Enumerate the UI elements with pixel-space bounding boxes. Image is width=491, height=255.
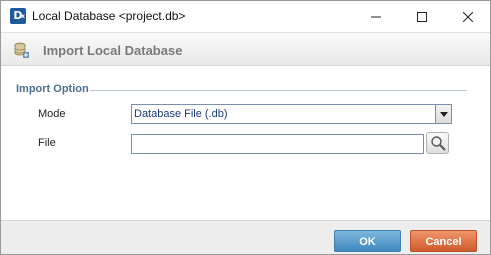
import-option-group-title: Import Option <box>16 83 89 95</box>
app-icon-sub: x <box>21 13 25 20</box>
ok-button[interactable]: OK <box>334 230 401 252</box>
database-import-icon <box>14 42 29 58</box>
mode-label: Mode <box>38 108 66 120</box>
title-bar[interactable]: Dx Local Database <project.db> <box>1 1 490 32</box>
browse-button[interactable] <box>426 132 449 154</box>
cancel-button[interactable]: Cancel <box>410 230 477 252</box>
group-divider <box>90 90 467 91</box>
window-title: Local Database <project.db> <box>32 9 186 23</box>
header-title: Import Local Database <box>43 43 183 58</box>
minimize-button[interactable] <box>353 1 399 32</box>
file-label: File <box>38 137 56 149</box>
mode-select[interactable]: Database File (.db) <box>131 104 452 124</box>
dialog-header: Import Local Database <box>1 32 490 66</box>
close-button[interactable] <box>445 1 491 32</box>
chevron-down-icon <box>439 111 448 117</box>
search-icon <box>430 136 446 151</box>
minimize-icon <box>371 16 381 17</box>
maximize-button[interactable] <box>399 1 445 32</box>
dialog-window: Dx Local Database <project.db> Import Lo… <box>0 0 491 255</box>
maximize-icon <box>417 11 427 22</box>
close-icon <box>463 11 473 22</box>
dialog-footer: OK Cancel <box>1 220 490 254</box>
dropdown-arrow-button[interactable] <box>435 105 451 123</box>
file-path-input[interactable] <box>131 134 424 154</box>
mode-select-value: Database File (.db) <box>134 108 228 120</box>
app-icon: Dx <box>10 8 26 24</box>
